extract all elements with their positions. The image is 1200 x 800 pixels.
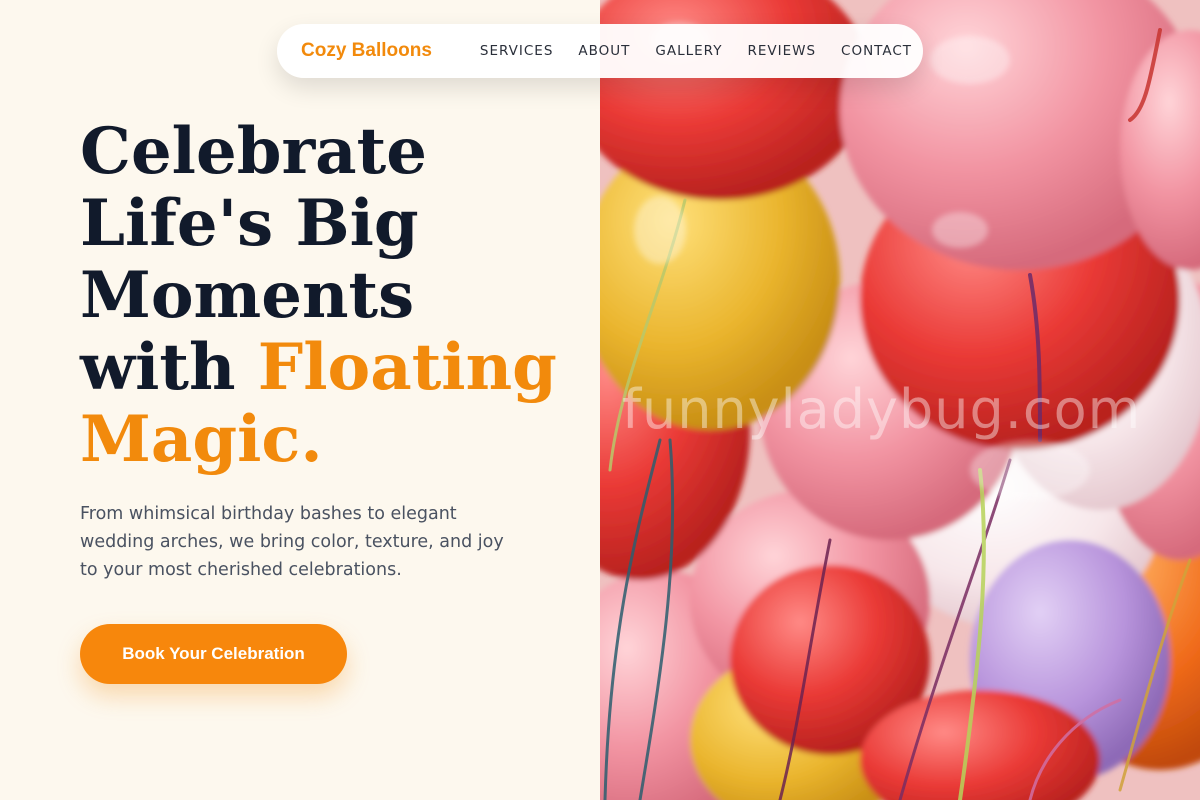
headline-line-2: Life's Big xyxy=(80,186,419,261)
nav-link-reviews[interactable]: REVIEWS xyxy=(747,43,816,59)
nav-link-services[interactable]: SERVICES xyxy=(480,43,553,59)
headline-with: with xyxy=(80,330,258,405)
photo-watermark: funnyladybug.com xyxy=(622,378,1142,441)
hero-headline: Celebrate Life's Big Moments with Floati… xyxy=(80,116,580,476)
nav-link-about[interactable]: ABOUT xyxy=(578,43,630,59)
nav-link-contact[interactable]: CONTACT xyxy=(841,43,912,59)
top-navigation: Cozy Balloons SERVICES ABOUT GALLERY REV… xyxy=(277,24,923,78)
nav-link-gallery[interactable]: GALLERY xyxy=(655,43,722,59)
headline-line-3: Moments xyxy=(80,258,415,333)
headline-accent-magic: Magic. xyxy=(80,402,323,477)
brand-logo-link[interactable]: Cozy Balloons xyxy=(301,40,432,62)
hero-subtext: From whimsical birthday bashes to elegan… xyxy=(80,504,504,580)
headline-accent-floating: Floating xyxy=(257,330,557,405)
headline-line-1: Celebrate xyxy=(80,114,427,189)
book-celebration-button[interactable]: Book Your Celebration xyxy=(80,624,347,684)
nav-links: SERVICES ABOUT GALLERY REVIEWS CONTACT xyxy=(480,43,912,59)
landing-page: funnyladybug.com Cozy Balloons SERVICES … xyxy=(0,0,1200,800)
